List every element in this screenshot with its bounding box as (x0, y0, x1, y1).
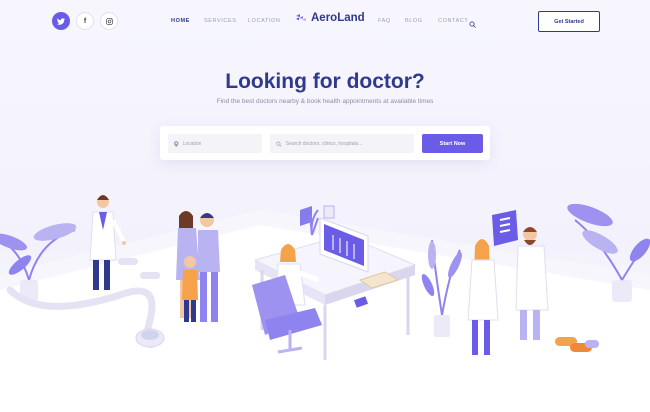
location-field[interactable] (168, 134, 262, 153)
location-input[interactable] (182, 140, 262, 147)
landing-page: f HOME SERVICES LOCATION AeroLand FAQ BL… (0, 0, 650, 412)
nav-contact[interactable]: CONTACT (438, 18, 468, 24)
start-now-button[interactable]: Start Now (422, 134, 483, 153)
instagram-icon[interactable] (100, 12, 118, 30)
aeroland-logo-icon (296, 14, 306, 21)
social-links: f (52, 12, 118, 30)
twitter-icon[interactable] (52, 12, 70, 30)
query-input[interactable] (285, 140, 414, 147)
query-field[interactable] (270, 134, 414, 153)
search-form: Start Now (160, 126, 490, 160)
nav-faq[interactable]: FAQ (378, 18, 391, 24)
location-pin-icon (174, 140, 179, 147)
search-field-icon (276, 141, 282, 147)
search-icon[interactable] (469, 15, 476, 33)
brand-name: AeroLand (311, 12, 365, 24)
nav-blog[interactable]: BLOG (405, 18, 423, 24)
nav-services[interactable]: SERVICES (204, 18, 237, 24)
hero-subtitle: Find the best doctors nearby & book heal… (216, 98, 434, 105)
clinic-illustration (0, 195, 650, 412)
brand-logo[interactable]: AeroLand (295, 12, 365, 24)
nav-home[interactable]: HOME (171, 18, 190, 24)
facebook-icon[interactable]: f (76, 12, 94, 30)
get-started-button[interactable]: Get Started (538, 11, 600, 32)
hero-title: Looking for doctor? (225, 70, 425, 93)
nav-location[interactable]: LOCATION (248, 18, 281, 24)
